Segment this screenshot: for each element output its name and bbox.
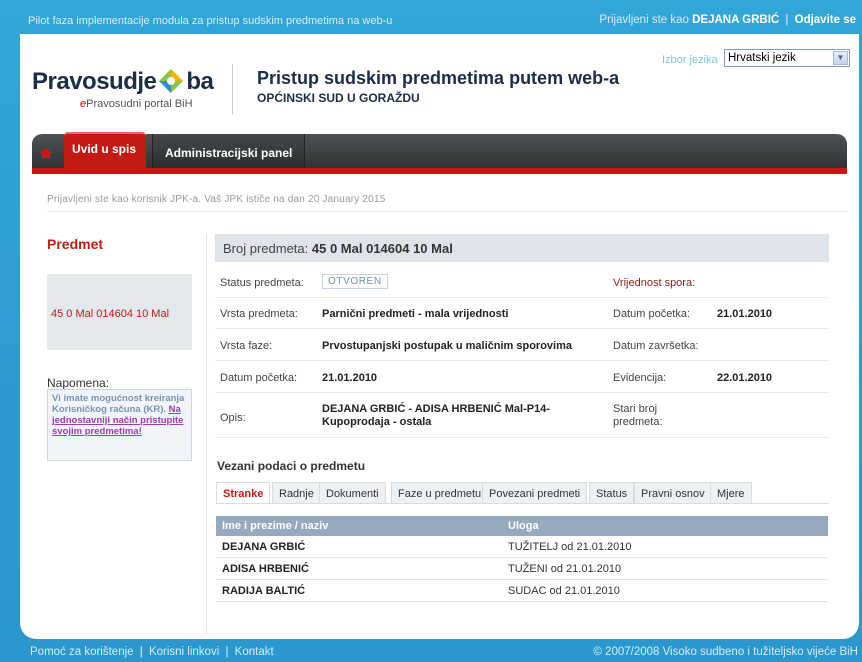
tab-stranke[interactable]: Stranke bbox=[216, 482, 271, 504]
pilot-phase-text: Pilot faza implementacije modula za pris… bbox=[28, 15, 393, 27]
datum-zavrsetka-label: Datum završetka: bbox=[613, 340, 699, 352]
faza-label: Vrsta faze: bbox=[220, 340, 273, 352]
main-container: Pravosudje ba ePravosudni portal BiH Pri… bbox=[20, 34, 859, 639]
row-divider bbox=[215, 360, 829, 361]
case-number-box: 45 0 Mal 014604 10 Mal bbox=[47, 274, 192, 350]
page-title: Pristup sudskim predmetima putem web-a bbox=[257, 68, 620, 88]
tabs-divider bbox=[216, 503, 829, 504]
language-label: Izbor jezika bbox=[662, 54, 718, 66]
evidencija-value: 22.01.2010 bbox=[717, 372, 773, 384]
datum-pocetka-label-right: Datum početka: bbox=[613, 308, 691, 320]
party-role: SUDAC od 21.01.2010 bbox=[508, 585, 620, 597]
party-role: TUŽENI od 21.01.2010 bbox=[508, 563, 622, 575]
logout-link[interactable]: Odjavite se bbox=[795, 14, 856, 26]
tab-admin-panel[interactable]: Administracijski panel bbox=[152, 134, 306, 168]
datum-pocetka-value-right: 21.01.2010 bbox=[717, 308, 773, 320]
row-divider bbox=[215, 297, 829, 298]
opis-value: DEJANA GRBIĆ - ADISA HRBENIĆ Mal-P14-Kup… bbox=[322, 403, 550, 428]
footer-links: Pomoć za korištenje | Korisni linkovi | … bbox=[30, 646, 274, 658]
tab-dokumenti[interactable]: Dokumenti bbox=[319, 482, 386, 504]
logo-tagline-rest: Pravosudni portal BiH bbox=[86, 98, 193, 110]
stari-broj-label: Stari broj predmeta: bbox=[613, 403, 663, 428]
column-header-name: Ime i prezime / naziv bbox=[222, 520, 329, 532]
note-box: Vi imate mogućnost kreiranja Korisničkog… bbox=[47, 389, 192, 461]
faza-value: Prvostupanjski postupak u maličnim sporo… bbox=[322, 340, 573, 352]
table-row: ADISA HRBENIĆ TUŽENI od 21.01.2010 bbox=[216, 558, 828, 580]
header-divider bbox=[232, 64, 233, 114]
related-heading: Vezani podaci o predmetu bbox=[217, 459, 366, 473]
logo-brand-left: Pravosudje bbox=[32, 68, 157, 95]
language-select[interactable]: Hrvatski jezik ▼ bbox=[724, 49, 850, 67]
column-divider bbox=[206, 234, 207, 634]
vrijednost-label: Vrijednost spora: bbox=[613, 277, 696, 289]
row-divider bbox=[215, 328, 829, 329]
case-header: Broj predmeta: 45 0 Mal 014604 10 Mal bbox=[215, 234, 829, 262]
login-separator: | bbox=[785, 14, 789, 26]
table-row: DEJANA GRBIĆ TUŽITELJ od 21.01.2010 bbox=[216, 536, 828, 558]
logo-tagline: ePravosudni portal BiH bbox=[80, 98, 193, 110]
case-number-link[interactable]: 45 0 Mal 014604 10 Mal bbox=[51, 308, 169, 320]
nav-underline bbox=[32, 168, 847, 174]
top-bar: Pilot faza implementacije modula za pris… bbox=[0, 0, 862, 34]
datum-pocetka-value-left: 21.01.2010 bbox=[322, 372, 378, 384]
case-number-value: 45 0 Mal 014604 10 Mal bbox=[311, 241, 453, 256]
datum-pocetka-label-left: Datum početka: bbox=[220, 372, 298, 384]
footer-separator: | bbox=[139, 646, 143, 658]
footer-link-contact[interactable]: Kontakt bbox=[235, 646, 274, 658]
tab-faze-u-predmetu[interactable]: Faze u predmetu bbox=[391, 482, 489, 504]
info-divider bbox=[47, 211, 847, 212]
footer-link-help[interactable]: Pomoć za korištenje bbox=[30, 646, 134, 658]
home-button[interactable] bbox=[32, 134, 60, 168]
case-number-label: Broj predmeta: bbox=[223, 241, 309, 256]
logged-user-name: DEJANA GRBIĆ bbox=[692, 14, 780, 26]
footer-copyright: © 2007/2008 Visoko sudbeno i tužiteljsko… bbox=[593, 646, 858, 658]
status-label: Status predmeta: bbox=[220, 277, 304, 289]
tab-pravni-osnov[interactable]: Pravni osnov bbox=[634, 482, 712, 504]
login-prefix: Prijavljeni ste kao bbox=[599, 14, 689, 26]
home-icon bbox=[40, 148, 52, 158]
footer-link-useful[interactable]: Korisni linkovi bbox=[149, 646, 219, 658]
logo-wordmark: Pravosudje ba bbox=[32, 68, 214, 96]
language-selected-value: Hrvatski jezik bbox=[728, 52, 796, 64]
row-divider bbox=[215, 392, 829, 393]
status-badge: OTVOREN bbox=[322, 274, 388, 289]
row-divider bbox=[215, 437, 829, 438]
chevron-down-icon[interactable]: ▼ bbox=[833, 51, 848, 65]
opis-label: Opis: bbox=[220, 412, 246, 424]
party-name: ADISA HRBENIĆ bbox=[222, 563, 309, 575]
footer-separator: | bbox=[225, 646, 229, 658]
tab-radnje[interactable]: Radnje bbox=[272, 482, 321, 504]
party-role: TUŽITELJ od 21.01.2010 bbox=[508, 541, 632, 553]
logo-brand-right: ba bbox=[186, 68, 214, 95]
predmet-heading: Predmet bbox=[47, 236, 104, 252]
footer: Pomoć za korištenje | Korisni linkovi | … bbox=[0, 641, 862, 662]
tab-status[interactable]: Status bbox=[589, 482, 635, 504]
court-name: OPĆINSKI SUD U GORAŽDU bbox=[257, 91, 420, 105]
table-row: RADIJA BALTIĆ SUDAC od 21.01.2010 bbox=[216, 580, 828, 602]
party-name: DEJANA GRBIĆ bbox=[222, 541, 306, 553]
tab-povezani-predmeti[interactable]: Povezani predmeti bbox=[482, 482, 588, 504]
jpk-info-line: Prijavljeni ste kao korisnik JPK-a. Vaš … bbox=[47, 194, 386, 205]
table-header: Ime i prezime / naziv Uloga bbox=[216, 516, 828, 536]
note-text: Vi imate mogućnost kreiranja Korisničkog… bbox=[52, 393, 185, 415]
vrsta-value: Parnični predmeti - mala vrijednosti bbox=[322, 308, 509, 320]
column-header-role: Uloga bbox=[508, 520, 539, 532]
main-nav: Uvid u spis Administracijski panel bbox=[32, 132, 847, 168]
logo-emblem-icon bbox=[159, 69, 184, 93]
evidencija-label: Evidencija: bbox=[613, 372, 667, 384]
party-name: RADIJA BALTIĆ bbox=[222, 585, 306, 597]
tab-uvid-u-spis[interactable]: Uvid u spis bbox=[64, 132, 146, 168]
case-header-label: Broj predmeta: 45 0 Mal 014604 10 Mal bbox=[223, 241, 453, 256]
site-logo[interactable]: Pravosudje ba ePravosudni portal BiH bbox=[32, 68, 232, 116]
vrsta-label: Vrsta predmeta: bbox=[220, 308, 298, 320]
note-heading: Napomena: bbox=[47, 376, 110, 390]
login-status: Prijavljeni ste kao DEJANA GRBIĆ | Odjav… bbox=[599, 14, 856, 26]
tab-mjere[interactable]: Mjere bbox=[710, 482, 752, 504]
